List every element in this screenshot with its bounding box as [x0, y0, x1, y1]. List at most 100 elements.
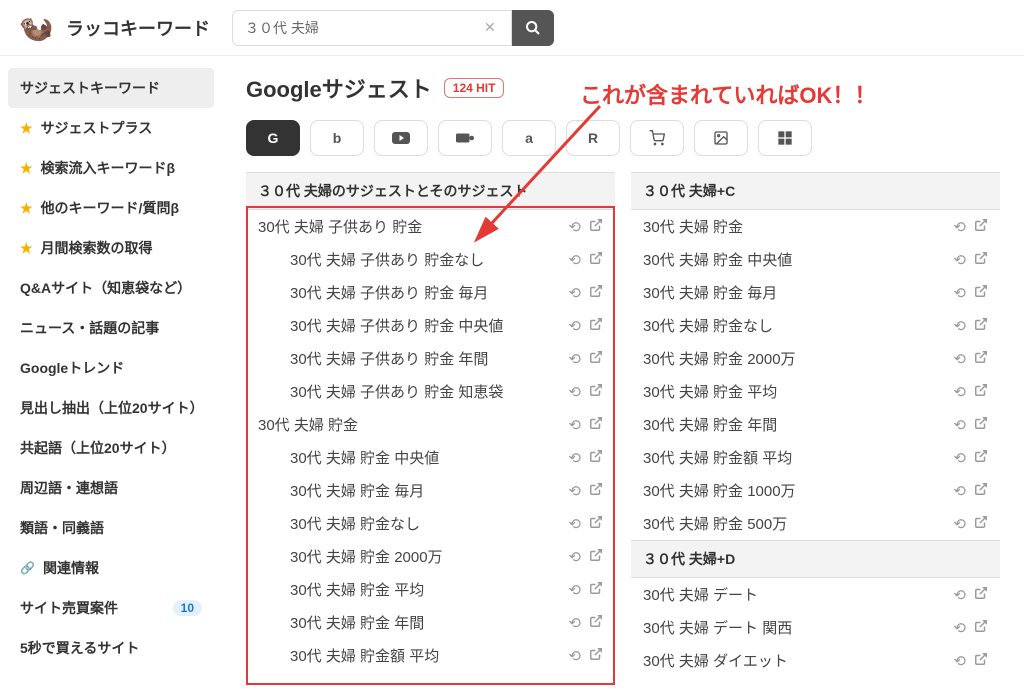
sidebar-item[interactable]: ★検索流入キーワードβ	[8, 148, 214, 188]
open-icon[interactable]	[589, 350, 603, 368]
reload-icon[interactable]: ⟲	[568, 383, 581, 401]
open-icon[interactable]	[589, 647, 603, 665]
open-icon[interactable]	[974, 251, 988, 269]
open-icon[interactable]	[974, 515, 988, 533]
reload-icon[interactable]: ⟲	[568, 482, 581, 500]
keyword-row[interactable]: 30代 夫婦 貯金 500万⟲	[631, 507, 1000, 540]
reload-icon[interactable]: ⟲	[568, 416, 581, 434]
reload-icon[interactable]: ⟲	[568, 548, 581, 566]
open-icon[interactable]	[974, 652, 988, 670]
sidebar-item[interactable]: 類語・同義語	[8, 508, 214, 548]
search-button[interactable]	[512, 10, 554, 46]
keyword-row[interactable]: 30代 夫婦 貯金 平均⟲	[631, 375, 1000, 408]
keyword-row[interactable]: 30代 夫婦 貯金 年間⟲	[631, 408, 1000, 441]
engine-tab[interactable]	[374, 120, 428, 156]
reload-icon[interactable]: ⟲	[568, 581, 581, 599]
open-icon[interactable]	[589, 515, 603, 533]
open-icon[interactable]	[974, 449, 988, 467]
keyword-row[interactable]: 30代 夫婦 貯金 中央値⟲	[631, 243, 1000, 276]
search-input[interactable]	[232, 10, 512, 46]
open-icon[interactable]	[589, 614, 603, 632]
open-icon[interactable]	[974, 482, 988, 500]
engine-tab[interactable]: a	[502, 120, 556, 156]
keyword-row[interactable]: 30代 夫婦 貯金 2000万⟲	[246, 540, 615, 573]
sidebar-item[interactable]: 共起語（上位20サイト）	[8, 428, 214, 468]
open-icon[interactable]	[974, 284, 988, 302]
reload-icon[interactable]: ⟲	[953, 652, 966, 670]
reload-icon[interactable]: ⟲	[568, 317, 581, 335]
reload-icon[interactable]: ⟲	[953, 586, 966, 604]
keyword-row[interactable]: 30代 夫婦 貯金⟲	[246, 408, 615, 441]
engine-tab[interactable]: G	[246, 120, 300, 156]
keyword-row[interactable]: 30代 夫婦 子供あり 貯金⟲	[246, 210, 615, 243]
reload-icon[interactable]: ⟲	[953, 383, 966, 401]
keyword-row[interactable]: 30代 夫婦 デート 関西⟲	[631, 611, 1000, 644]
reload-icon[interactable]: ⟲	[568, 647, 581, 665]
keyword-row[interactable]: 30代 夫婦 貯金額 平均⟲	[246, 639, 615, 672]
engine-tab[interactable]: b	[310, 120, 364, 156]
open-icon[interactable]	[589, 383, 603, 401]
reload-icon[interactable]: ⟲	[568, 350, 581, 368]
keyword-row[interactable]: 30代 夫婦 貯金 中央値⟲	[246, 441, 615, 474]
keyword-row[interactable]: 30代 夫婦 子供あり 貯金 年間⟲	[246, 342, 615, 375]
keyword-row[interactable]: 30代 夫婦 貯金⟲	[631, 210, 1000, 243]
keyword-row[interactable]: 30代 夫婦 子供あり 貯金 中央値⟲	[246, 309, 615, 342]
open-icon[interactable]	[589, 218, 603, 236]
keyword-row[interactable]: 30代 夫婦 貯金なし⟲	[246, 507, 615, 540]
open-icon[interactable]	[974, 383, 988, 401]
reload-icon[interactable]: ⟲	[953, 515, 966, 533]
keyword-row[interactable]: 30代 夫婦 貯金 年間⟲	[246, 606, 615, 639]
reload-icon[interactable]: ⟲	[568, 515, 581, 533]
reload-icon[interactable]: ⟲	[568, 284, 581, 302]
engine-tab[interactable]	[630, 120, 684, 156]
open-icon[interactable]	[589, 251, 603, 269]
reload-icon[interactable]: ⟲	[953, 482, 966, 500]
keyword-row[interactable]: 30代 夫婦 貯金 平均⟲	[246, 573, 615, 606]
sidebar-item[interactable]: ★他のキーワード/質問β	[8, 188, 214, 228]
reload-icon[interactable]: ⟲	[953, 416, 966, 434]
open-icon[interactable]	[974, 619, 988, 637]
reload-icon[interactable]: ⟲	[568, 449, 581, 467]
open-icon[interactable]	[974, 586, 988, 604]
sidebar-item[interactable]: ニュース・話題の記事	[8, 308, 214, 348]
reload-icon[interactable]: ⟲	[953, 284, 966, 302]
engine-tab[interactable]: R	[566, 120, 620, 156]
reload-icon[interactable]: ⟲	[568, 251, 581, 269]
reload-icon[interactable]: ⟲	[953, 619, 966, 637]
reload-icon[interactable]: ⟲	[568, 614, 581, 632]
sidebar-item[interactable]: Q&Aサイト（知恵袋など）	[8, 268, 214, 308]
keyword-row[interactable]: 30代 夫婦 貯金 1000万⟲	[631, 474, 1000, 507]
reload-icon[interactable]: ⟲	[953, 449, 966, 467]
sidebar-item[interactable]: Googleトレンド	[8, 348, 214, 388]
keyword-row[interactable]: 30代 夫婦 子供あり 貯金 知恵袋⟲	[246, 375, 615, 408]
keyword-row[interactable]: 30代 夫婦 子供あり 貯金 毎月⟲	[246, 276, 615, 309]
engine-tab[interactable]	[438, 120, 492, 156]
keyword-row[interactable]: 30代 夫婦 貯金 2000万⟲	[631, 342, 1000, 375]
open-icon[interactable]	[589, 581, 603, 599]
reload-icon[interactable]: ⟲	[953, 251, 966, 269]
open-icon[interactable]	[589, 317, 603, 335]
sidebar-item[interactable]: 5秒で買えるサイト	[8, 628, 214, 668]
keyword-row[interactable]: 30代 夫婦 デート⟲	[631, 578, 1000, 611]
keyword-row[interactable]: 30代 夫婦 貯金なし⟲	[631, 309, 1000, 342]
engine-tab[interactable]	[694, 120, 748, 156]
reload-icon[interactable]: ⟲	[953, 350, 966, 368]
sidebar-item[interactable]: ★月間検索数の取得	[8, 228, 214, 268]
reload-icon[interactable]: ⟲	[953, 317, 966, 335]
reload-icon[interactable]: ⟲	[568, 218, 581, 236]
keyword-row[interactable]: 30代 夫婦 子供あり 貯金なし⟲	[246, 243, 615, 276]
open-icon[interactable]	[974, 218, 988, 236]
sidebar-item[interactable]: 🔗関連情報	[8, 548, 214, 588]
clear-icon[interactable]: ✕	[484, 19, 504, 36]
open-icon[interactable]	[589, 449, 603, 467]
open-icon[interactable]	[589, 284, 603, 302]
sidebar-item[interactable]: ★サジェストプラス	[8, 108, 214, 148]
sidebar-item[interactable]: 周辺語・連想語	[8, 468, 214, 508]
keyword-row[interactable]: 30代 夫婦 貯金 毎月⟲	[246, 474, 615, 507]
sidebar-item[interactable]: 見出し抽出（上位20サイト）	[8, 388, 214, 428]
keyword-row[interactable]: 30代 夫婦 貯金 毎月⟲	[631, 276, 1000, 309]
open-icon[interactable]	[974, 317, 988, 335]
engine-tab[interactable]	[758, 120, 812, 156]
brand-logo[interactable]: 🦦 ラッコキーワード	[16, 8, 216, 48]
sidebar-item[interactable]: サジェストキーワード	[8, 68, 214, 108]
